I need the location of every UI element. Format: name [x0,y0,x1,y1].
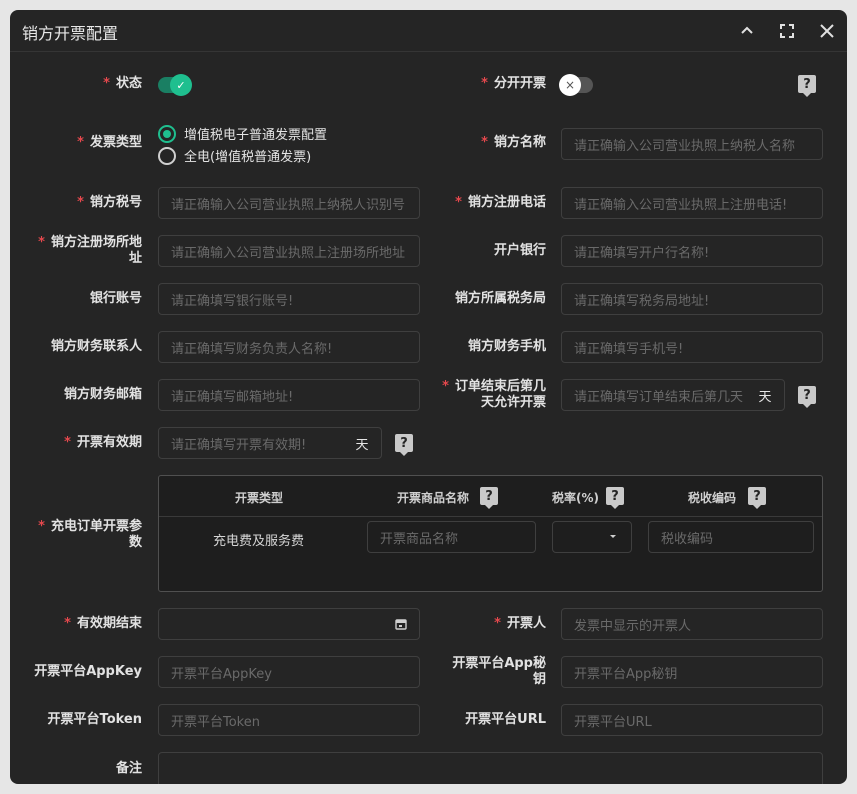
seller-name-input[interactable]: 请正确输入公司营业执照上纳税人名称 [561,128,823,160]
invoice-validity-label: * 开票有效期 [64,435,142,450]
app-secret-label: 开票平台App秘钥 [452,656,546,687]
tax-code-input[interactable]: 税收编码 [648,521,814,553]
seller-name-label: * 销方名称 [481,135,546,150]
fullscreen-icon[interactable] [776,20,798,42]
table-divider [159,516,822,517]
charge-order-params-label: * 充电订单开票参数 [38,519,142,550]
charge-order-params-table: 开票类型 开票商品名称 ? 税率(%) ? 税收编码 ? 充电费及服务费 开票商… [158,475,823,592]
help-icon[interactable]: ? [798,386,816,408]
tax-bureau-input[interactable]: 请正确填写税务局地址! [561,283,823,315]
column-header-goods-name: 开票商品名称 [397,491,470,505]
finance-contact-input[interactable]: 请正确填写财务负责人名称! [158,331,420,363]
status-label: * 状态 [103,76,142,91]
invoice-days-input[interactable]: 请正确填写订单结束后第几天天 [561,379,785,411]
help-icon[interactable]: ? [748,487,766,509]
column-header-tax-rate: 税率(%) [552,491,599,505]
drawer-label: * 开票人 [494,616,546,631]
days-suffix: 天 [355,437,369,453]
remark-label: 备注 [115,761,142,776]
radio-unselected-icon [158,146,176,165]
token-input[interactable]: 开票平台Token [158,704,420,736]
help-icon[interactable]: ? [395,434,413,456]
help-icon[interactable]: ? [798,75,816,97]
seller-reg-phone-label: * 销方注册电话 [455,195,546,210]
invoice-days-label: * 订单结束后第几 天允许开票 [442,379,546,410]
token-label: 开票平台Token [47,712,142,727]
finance-email-input[interactable]: 请正确填写邮箱地址! [158,379,420,411]
close-icon[interactable] [816,20,838,42]
title-bar: 销方开票配置 [10,10,847,52]
calendar-icon[interactable] [395,618,407,630]
app-key-label: 开票平台AppKey [34,664,142,679]
invoice-validity-input[interactable]: 请正确填写开票有效期! 天 [158,427,382,459]
seller-reg-phone-input[interactable]: 请正确输入公司营业执照上注册电话! [561,187,823,219]
help-icon[interactable]: ? [480,487,498,509]
help-icon[interactable]: ? [606,487,624,509]
dialog-window: 销方开票配置 * 状态 ✓ * 分开开票 × ? * 发票类型 增值税电子普通发票配置… [10,10,847,784]
column-header-tax-code: 税收编码 [688,491,737,505]
finance-contact-label: 销方财务联系人 [50,339,142,354]
remark-textarea[interactable] [158,752,823,784]
bank-account-label: 银行账号 [89,291,142,306]
url-label: 开票平台URL [465,712,546,727]
chevron-up-icon[interactable] [736,20,758,42]
tax-rate-select[interactable] [552,521,632,553]
bank-label: 开户银行 [493,243,546,258]
seller-tax-no-input[interactable]: 请正确输入公司营业执照上纳税人识别号 [158,187,420,219]
goods-name-input[interactable]: 开票商品名称 [367,521,536,553]
seller-tax-no-label: * 销方税号 [77,195,142,210]
check-icon: ✓ [170,74,192,96]
split-invoice-toggle[interactable]: × [559,74,593,96]
invoice-type-option-1[interactable]: 增值税电子普通发票配置 [158,124,327,143]
app-secret-input[interactable]: 开票平台App秘钥 [561,656,823,688]
split-invoice-label: * 分开开票 [481,76,546,91]
url-input[interactable]: 开票平台URL [561,704,823,736]
radio-selected-icon [158,124,176,143]
seller-reg-addr-input[interactable]: 请正确输入公司营业执照上注册场所地址 [158,235,420,267]
bank-account-input[interactable]: 请正确填写银行账号! [158,283,420,315]
close-icon: × [559,74,581,96]
finance-mobile-input[interactable]: 请正确填写手机号! [561,331,823,363]
app-key-input[interactable]: 开票平台AppKey [158,656,420,688]
status-toggle[interactable]: ✓ [158,74,192,96]
valid-end-label: * 有效期结束 [64,616,142,631]
seller-reg-addr-label: * 销方注册场所地址 [38,235,142,266]
invoice-type-option-2[interactable]: 全电(增值税普通发票) [158,146,311,165]
days-suffix: 天 [758,389,772,405]
row-type-value: 充电费及服务费 [213,534,305,549]
bank-input[interactable]: 请正确填写开户行名称! [561,235,823,267]
option-label: 增值税电子普通发票配置 [184,128,328,143]
dialog-title: 销方开票配置 [22,24,119,43]
valid-end-date-input[interactable] [158,608,420,640]
drawer-input[interactable]: 发票中显示的开票人 [561,608,823,640]
column-header-type: 开票类型 [235,491,284,505]
finance-email-label: 销方财务邮箱 [63,387,142,402]
finance-mobile-label: 销方财务手机 [467,339,546,354]
caret-down-icon [610,535,616,538]
tax-bureau-label: 销方所属税务局 [454,291,546,306]
invoice-type-label: * 发票类型 [77,135,142,150]
option-label: 全电(增值税普通发票) [184,150,312,165]
